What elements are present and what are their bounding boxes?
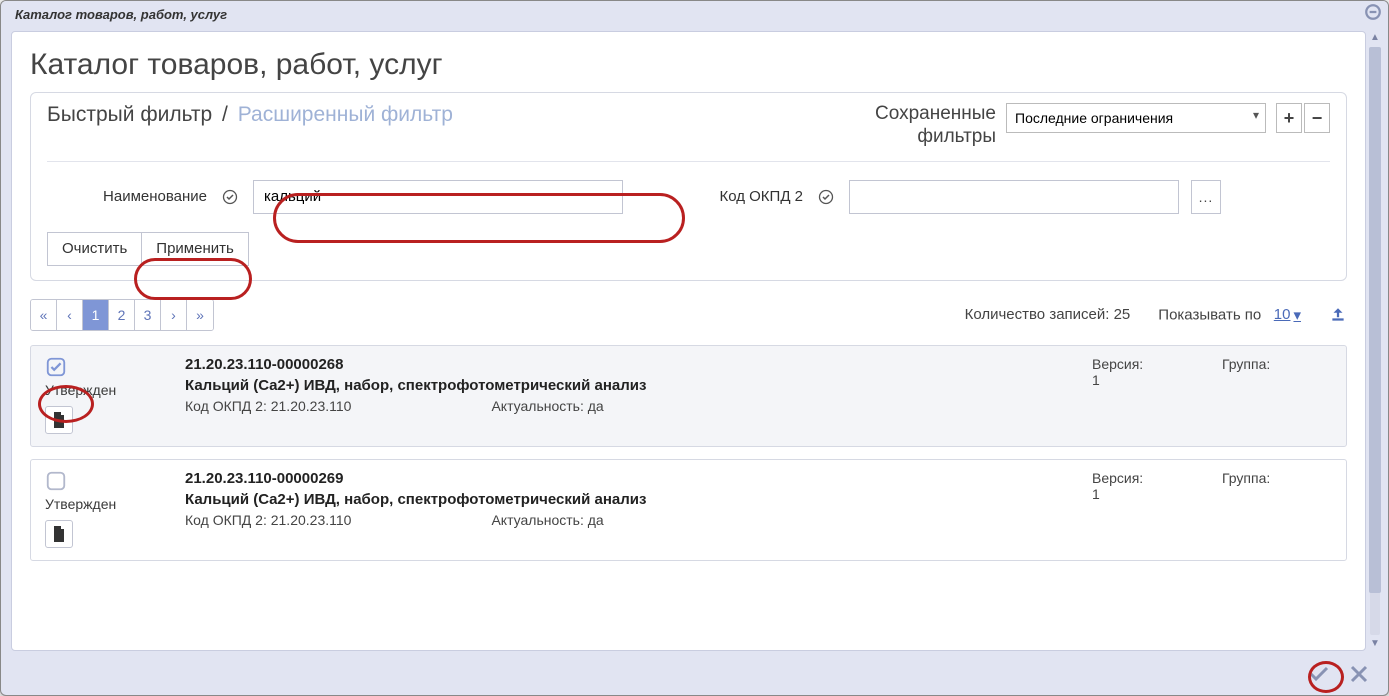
status-text: Утвержден [45,496,116,512]
tab-separator: / [222,103,228,126]
filter-header: Быстрый фильтр / Расширенный фильтр Сохр… [47,103,1330,149]
saved-filters-label: Сохраненные фильтры [875,103,996,149]
version-label: Версия: [1092,356,1182,372]
pager-first[interactable]: « [31,300,57,330]
minimize-icon[interactable] [1364,3,1382,21]
pager-page-3[interactable]: 3 [135,300,161,330]
apply-button[interactable]: Применить [142,232,249,266]
export-icon[interactable] [1329,306,1347,324]
tab-quick-filter[interactable]: Быстрый фильтр [47,103,212,126]
pager: « ‹ 1 2 3 › » [30,299,214,331]
tab-advanced-filter[interactable]: Расширенный фильтр [238,103,453,126]
add-filter-button[interactable]: + [1276,103,1302,133]
window-title: Каталог товаров, работ, услуг [1,1,1388,31]
card-title: Кальций (Ca2+) ИВД, набор, спектрофотоме… [185,377,1072,394]
scrollbar[interactable]: ▲ ▼ [1368,31,1382,651]
show-count-link[interactable]: 10 ▾ [1274,306,1301,324]
card-actual: Актуальность: да [491,398,603,414]
pager-prev[interactable]: ‹ [57,300,83,330]
scroll-up-icon[interactable]: ▲ [1368,31,1382,45]
pager-page-1[interactable]: 1 [83,300,109,330]
pager-next[interactable]: › [161,300,187,330]
content-area: Каталог товаров, работ, услуг Быстрый фи… [11,31,1366,651]
document-icon[interactable] [45,520,73,548]
card-left: Утвержден [45,470,165,548]
card-code: 21.20.23.110-00000268 [185,356,1072,373]
kod-field-group: Код ОКПД 2 ... [683,180,1221,214]
window: Каталог товаров, работ, услуг Каталог то… [0,0,1389,696]
remove-filter-button[interactable]: − [1304,103,1330,133]
name-input[interactable] [253,180,623,214]
card-title: Кальций (Ca2+) ИВД, набор, спектрофотоме… [185,491,1072,508]
card-main: 21.20.23.110-00000269 Кальций (Ca2+) ИВД… [185,470,1072,548]
chevron-down-icon: ▾ [1293,306,1301,324]
result-card: Утвержден 21.20.23.110-00000269 Кальций … [30,459,1347,561]
saved-filters: Сохраненные фильтры Последние ограничени… [875,103,1330,149]
group-label: Группа: [1222,470,1270,486]
card-code: 21.20.23.110-00000269 [185,470,1072,487]
kod-input[interactable] [849,180,1179,214]
card-left: Утвержден [45,356,165,434]
page-title: Каталог товаров, работ, услуг [30,48,1347,82]
card-actual: Актуальность: да [491,512,603,528]
saved-filter-controls: + − [1276,103,1330,133]
filter-actions: Очистить Применить [47,232,1330,266]
document-icon[interactable] [45,406,73,434]
check-icon[interactable] [45,470,67,492]
filter-panel: Быстрый фильтр / Расширенный фильтр Сохр… [30,92,1347,281]
pager-last[interactable]: » [187,300,213,330]
card-details: Код ОКПД 2: 21.20.23.110 Актуальность: д… [185,512,1072,528]
version-label: Версия: [1092,470,1182,486]
version-value: 1 [1092,372,1182,388]
scroll-thumb[interactable] [1369,47,1381,593]
target-icon[interactable] [815,186,837,208]
record-count: Количество записей: 25 [965,306,1131,323]
card-details: Код ОКПД 2: 21.20.23.110 Актуальность: д… [185,398,1072,414]
card-right: Версия: 1 Группа: [1092,356,1332,434]
divider [47,161,1330,162]
filter-tabs: Быстрый фильтр / Расширенный фильтр [47,103,453,127]
list-header: « ‹ 1 2 3 › » Количество записей: 25 Пок… [30,299,1347,331]
pager-page-2[interactable]: 2 [109,300,135,330]
group-label: Группа: [1222,356,1270,372]
scroll-down-icon[interactable]: ▼ [1368,637,1382,651]
kod-browse-button[interactable]: ... [1191,180,1221,214]
check-icon[interactable] [45,356,67,378]
show-count: Показывать по 10 ▾ [1158,306,1301,324]
status-text: Утвержден [45,382,116,398]
card-okpd: Код ОКПД 2: 21.20.23.110 [185,512,351,528]
saved-filters-select[interactable]: Последние ограничения [1006,103,1266,133]
window-controls [1364,3,1382,21]
close-icon[interactable] [1344,659,1374,689]
window-title-text: Каталог товаров, работ, услуг [15,7,227,22]
version-value: 1 [1092,486,1182,502]
result-card: Утвержден 21.20.23.110-00000268 Кальций … [30,345,1347,447]
confirm-icon[interactable] [1304,659,1334,689]
card-okpd: Код ОКПД 2: 21.20.23.110 [185,398,351,414]
name-label: Наименование [47,188,207,205]
card-main: 21.20.23.110-00000268 Кальций (Ca2+) ИВД… [185,356,1072,434]
name-field-group: Наименование [47,180,623,214]
clear-button[interactable]: Очистить [47,232,142,266]
target-icon[interactable] [219,186,241,208]
list-meta: Количество записей: 25 Показывать по 10 … [965,306,1347,324]
card-right: Версия: 1 Группа: [1092,470,1332,548]
footer-actions [1304,659,1374,689]
filter-fields: Наименование Код ОКПД 2 ... [47,180,1330,214]
kod-label: Код ОКПД 2 [683,188,803,205]
